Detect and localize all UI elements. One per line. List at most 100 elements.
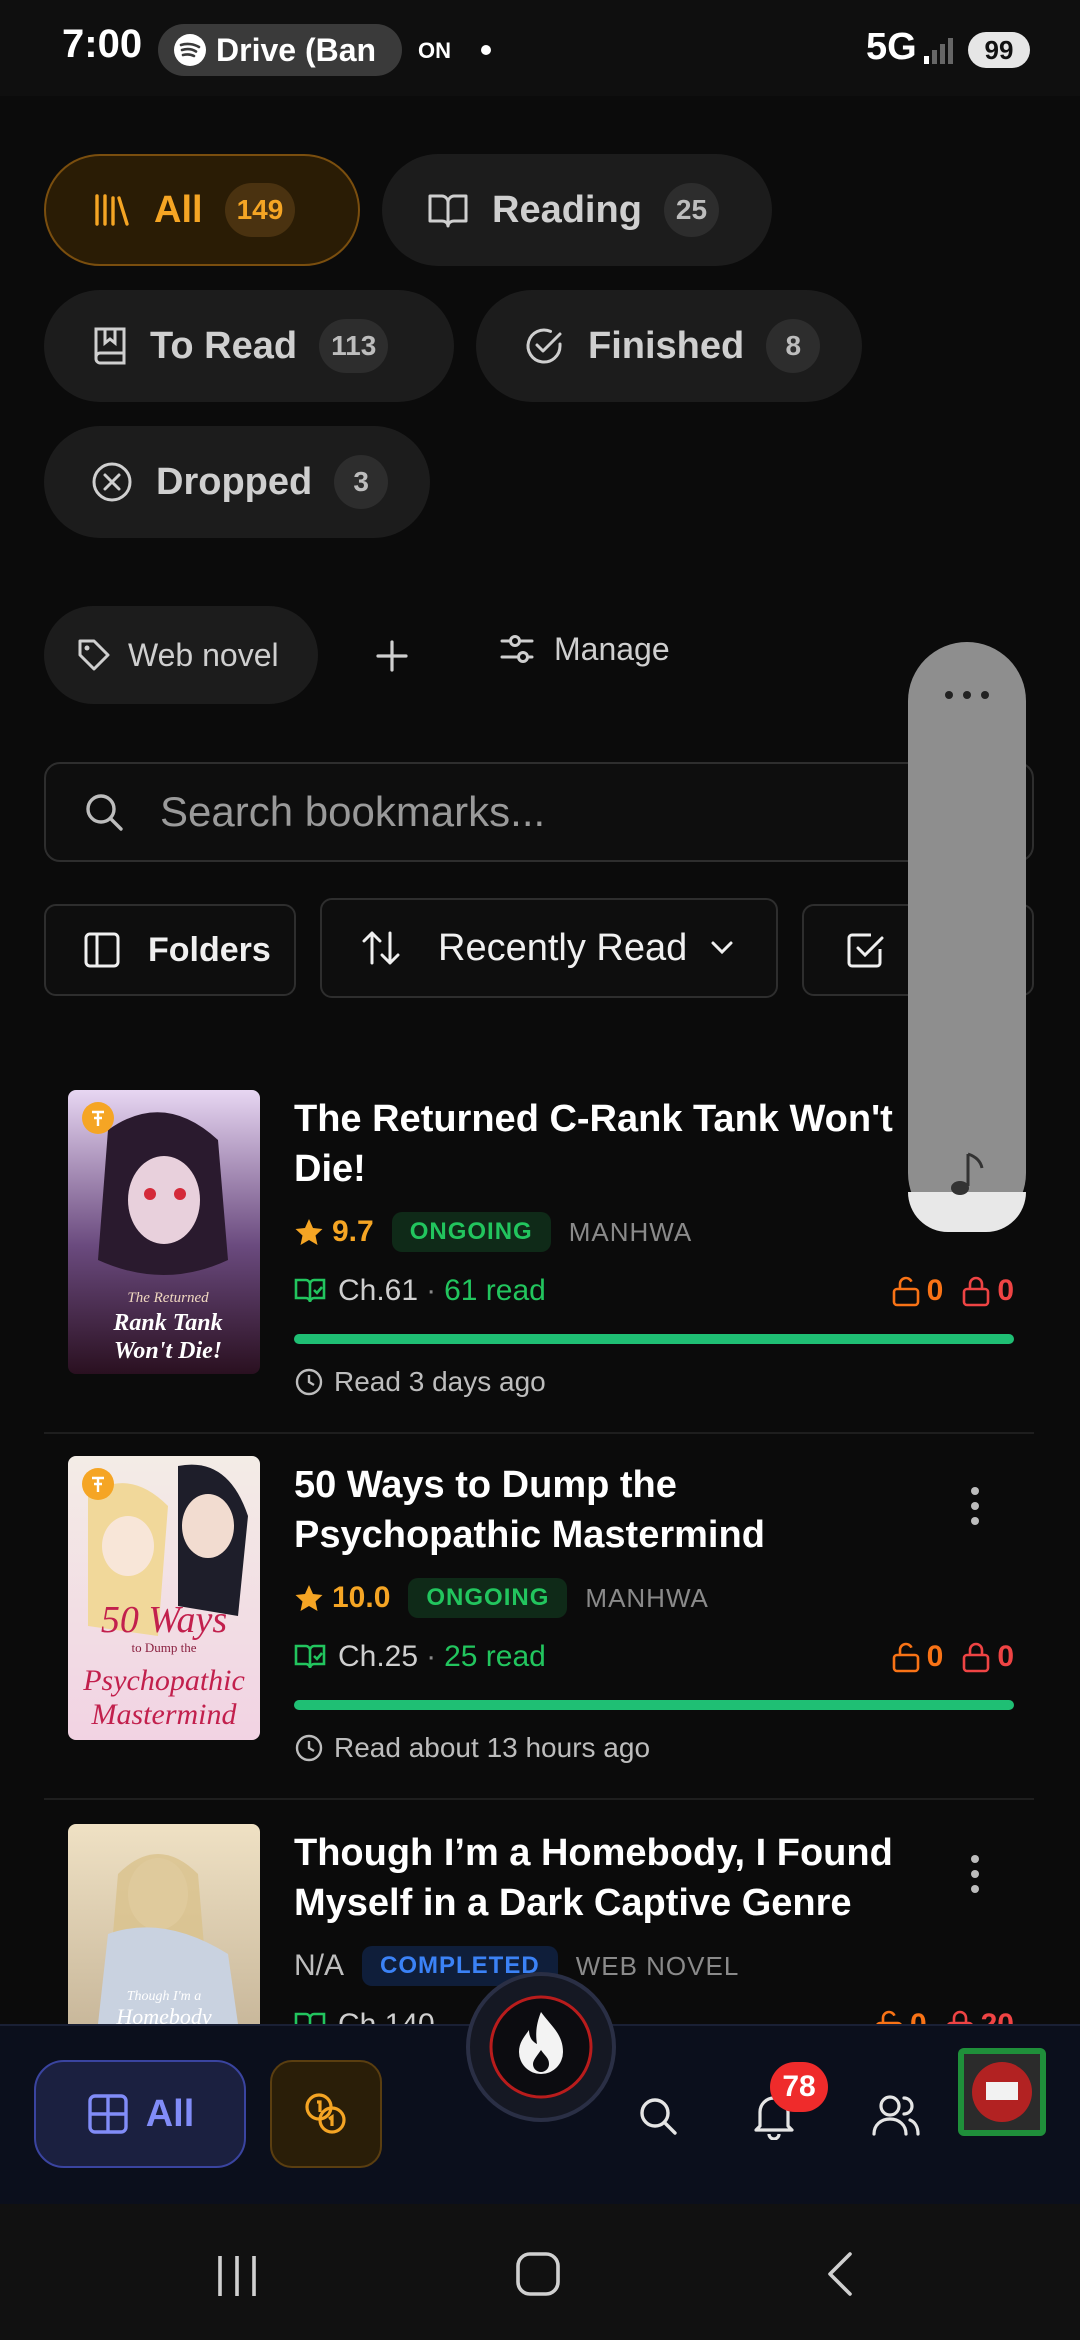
item-title[interactable]: The Returned C-Rank Tank Won't Die! <box>294 1094 934 1194</box>
status-time: 7:00 <box>62 22 143 66</box>
more-options-button[interactable] <box>970 1486 980 1531</box>
cover-image[interactable]: Though I'm a Homebody <box>68 1824 260 2024</box>
search-input[interactable]: Search bookmarks... <box>160 788 545 836</box>
lock-counts: 0 0 <box>891 1274 1014 1308</box>
filter-label: Finished <box>588 324 745 367</box>
flame-icon <box>489 1995 593 2099</box>
cover-image[interactable]: The Returned Rank Tank Won't Die! <box>68 1090 260 1374</box>
kebab-menu-icon <box>971 1855 979 1893</box>
folders-label: Folders <box>148 930 271 969</box>
progress-bar <box>294 1700 1014 1710</box>
coins-button[interactable] <box>270 2060 382 2168</box>
filter-count: 149 <box>224 183 296 237</box>
tag-label: Web novel <box>128 636 279 673</box>
filter-count: 8 <box>766 319 821 373</box>
lock-open-count: 0 <box>910 2008 927 2024</box>
more-options-button[interactable] <box>970 1854 980 1899</box>
media-pill[interactable]: Drive (Bang <box>158 24 402 76</box>
nav-all-label: All <box>145 2092 195 2135</box>
home-button[interactable] <box>514 2250 562 2303</box>
star-icon <box>295 1219 323 1245</box>
filter-count: 113 <box>319 319 389 373</box>
item-title[interactable]: 50 Ways to Dump the Psychopathic Masterm… <box>294 1460 934 1560</box>
svg-text:Rank Tank: Rank Tank <box>112 1310 222 1336</box>
svg-text:ON: ON <box>418 38 451 63</box>
nav-all-button[interactable]: All <box>34 2060 246 2168</box>
recent-apps-button[interactable] <box>214 2254 260 2303</box>
divider <box>44 1432 1034 1434</box>
svg-text:Homebody: Homebody <box>115 2004 212 2024</box>
svg-text:The Returned: The Returned <box>127 1290 209 1306</box>
type-label: WEB NOVEL <box>575 1950 740 1981</box>
lock-count: 20 <box>981 2008 1014 2024</box>
filter-chip-all[interactable]: All 149 <box>44 154 360 266</box>
rating: 10.0 <box>332 1581 391 1614</box>
search-bar[interactable]: Search bookmarks... <box>44 762 1034 862</box>
grid-icon <box>88 2094 128 2134</box>
coins-icon <box>305 2093 346 2134</box>
sidebar-panel-icon <box>84 932 120 968</box>
media-pill-label: Drive (Bang <box>216 31 376 68</box>
chevron-down-icon <box>711 941 733 955</box>
list-item[interactable]: 50 Ways to Dump the Psychopathic Mastermind… <box>44 1456 1034 1800</box>
filter-count: 25 <box>663 183 720 237</box>
svg-text:Psychopathic: Psychopathic <box>82 1664 245 1697</box>
list-item[interactable]: The Returned Rank Tank Won't Die! The Retu… <box>44 1090 1034 1434</box>
search-icon <box>86 794 123 831</box>
avatar[interactable] <box>958 2048 1046 2136</box>
svg-text:Though I'm a: Though I'm a <box>127 1989 202 2004</box>
tag-chip-web-novel[interactable]: Web novel <box>44 606 318 704</box>
lock-open-count: 0 <box>926 1274 944 1307</box>
library-icon <box>95 194 129 226</box>
filter-label: All <box>154 188 203 231</box>
chapter-row: Ch.25 · 25 read <box>294 1640 546 1674</box>
lock-counts: 0 20 <box>874 2008 1014 2024</box>
svg-text:Won't Die!: Won't Die! <box>114 1338 222 1364</box>
back-button[interactable] <box>822 2250 858 2303</box>
folders-button[interactable]: Folders <box>44 904 296 996</box>
profile-avatar-image <box>964 2054 1040 2130</box>
type-label: MANHWA <box>585 1582 709 1613</box>
checkbox-icon <box>847 933 884 968</box>
more-horizontal-icon <box>945 691 989 699</box>
nav-community-button[interactable] <box>870 2092 922 2145</box>
fire-action-button[interactable] <box>466 1972 616 2122</box>
lock-open-icon <box>892 1642 919 1673</box>
lock-open-count: 0 <box>926 1640 944 1673</box>
manage-tags-button[interactable]: Manage <box>498 630 670 668</box>
recent-apps-icon <box>218 2256 256 2296</box>
cover-image[interactable]: 50 Ways to Dump the Psychopathic Mastermind <box>68 1456 260 1740</box>
sort-dropdown[interactable]: Recently Read <box>320 898 778 998</box>
filter-chip-reading[interactable]: Reading 25 <box>382 154 772 266</box>
network-label: 5G <box>866 26 917 68</box>
rating: 9.7 <box>332 1215 374 1248</box>
type-label: MANHWA <box>568 1216 693 1247</box>
nav-search-button[interactable] <box>636 2094 680 2143</box>
lock-open-icon <box>876 2010 902 2024</box>
rating: N/A <box>294 1949 345 1982</box>
tag-icon <box>78 639 110 671</box>
clock-icon <box>295 1734 323 1762</box>
spotify-icon <box>174 34 206 66</box>
chapter-label: Ch.25 <box>338 1640 419 1673</box>
battery-indicator: 99 <box>968 32 1030 68</box>
sliders-icon <box>500 635 534 663</box>
lock-open-icon <box>892 1276 919 1307</box>
chapter-label: Ch.61 <box>338 1274 419 1307</box>
filter-label: Reading <box>492 188 642 231</box>
filter-count: 3 <box>334 455 389 509</box>
sort-label: Recently Read <box>438 926 688 969</box>
item-meta: 9.7 ONGOING MANHWA <box>294 1212 692 1252</box>
clock-icon <box>295 1368 323 1396</box>
chapter-row: Ch.140 <box>294 2008 435 2024</box>
book-check-icon <box>294 1278 326 1303</box>
signal-icon <box>922 34 958 71</box>
read-count: 61 read <box>444 1274 546 1307</box>
filter-chip-to-read[interactable]: To Read 113 <box>44 290 454 402</box>
item-title[interactable]: Though I’m a Homebody, I Found Myself in… <box>294 1828 934 1928</box>
read-count: 25 read <box>444 1640 546 1673</box>
filter-chip-dropped[interactable]: Dropped 3 <box>44 426 430 538</box>
filter-chip-finished[interactable]: Finished 8 <box>476 290 862 402</box>
add-tag-button[interactable] <box>372 636 412 676</box>
floating-side-panel[interactable] <box>908 642 1026 1232</box>
